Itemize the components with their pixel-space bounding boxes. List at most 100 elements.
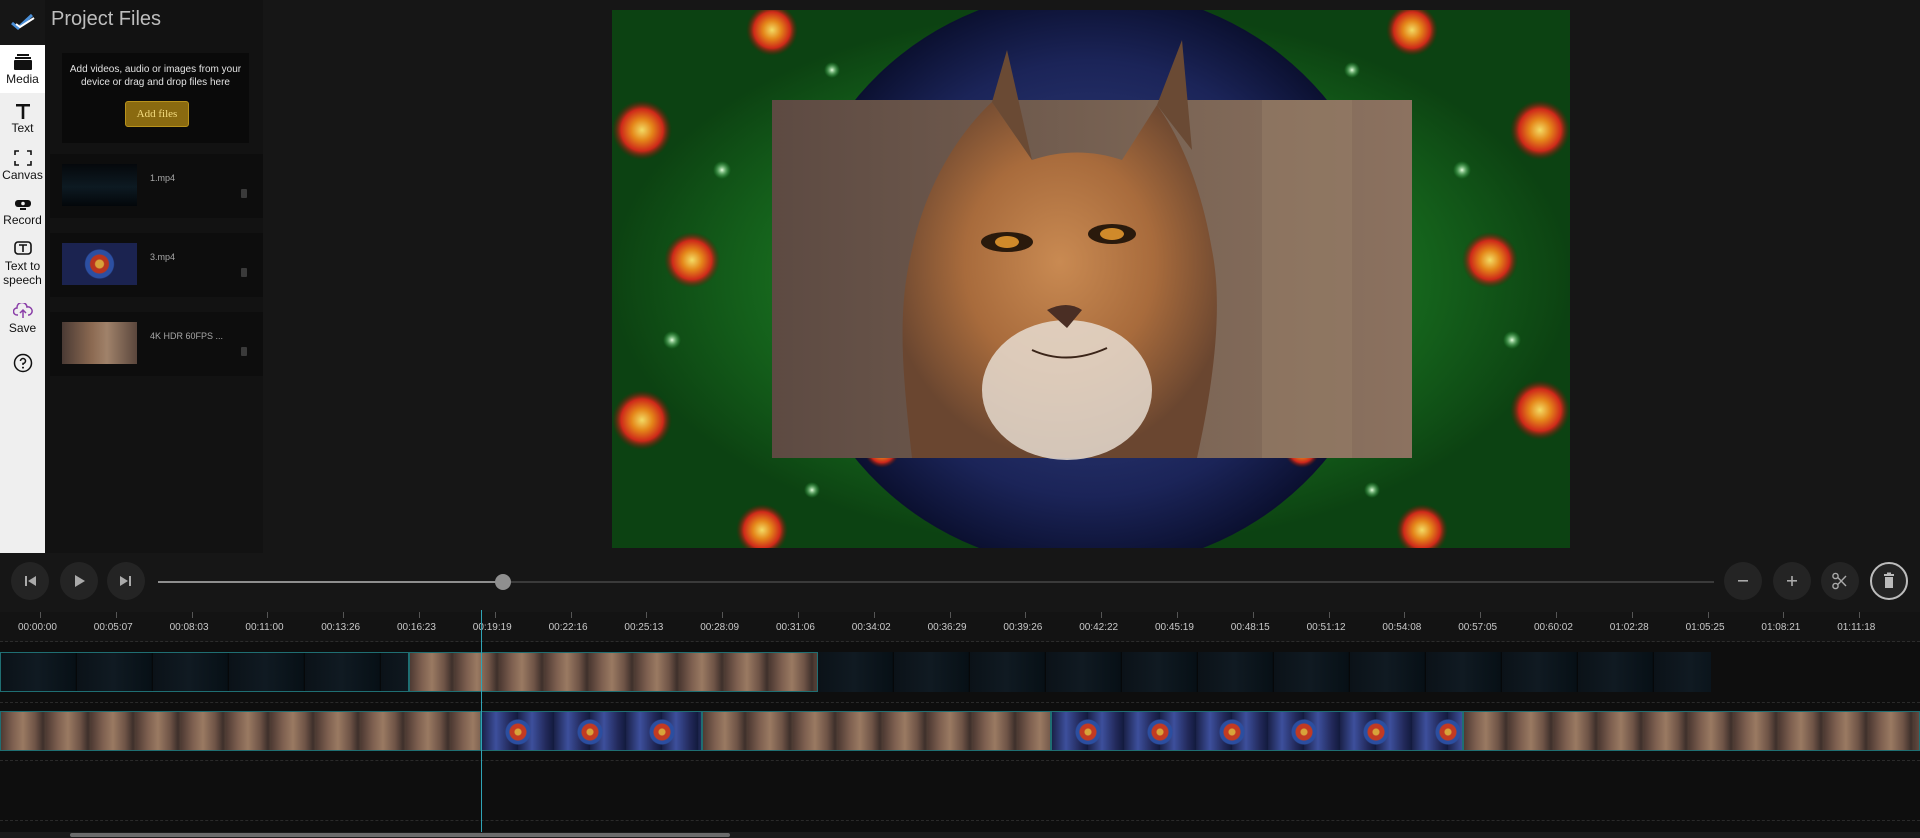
text-to-speech-icon	[13, 241, 32, 255]
timeline-clip[interactable]	[818, 652, 1711, 692]
timeline-tick-mark	[722, 612, 724, 618]
media-item[interactable]: 1.mp4	[50, 154, 263, 218]
tool-list: Media Text Canvas Record Text to speech	[0, 45, 45, 553]
timeline-tick-mark	[1480, 612, 1482, 618]
media-thumbnail	[62, 243, 137, 285]
timeline-tick-mark	[1783, 612, 1785, 618]
tool-record-label: Record	[3, 213, 42, 227]
media-thumbnail	[62, 322, 137, 364]
tool-rail: Media Text Canvas Record Text to speech	[0, 0, 45, 553]
timeline-tick-label: 00:22:16	[548, 622, 588, 633]
tool-text-to-speech[interactable]: Text to speech	[0, 241, 45, 293]
timeline-tick-mark	[1177, 612, 1178, 618]
preview-frame	[612, 10, 1570, 548]
media-item[interactable]: 4K HDR 60FPS ...	[50, 312, 263, 376]
tool-text[interactable]: Text	[0, 103, 45, 143]
media-item-name: 4K HDR 60FPS ...	[150, 331, 224, 341]
text-t-icon	[15, 104, 30, 119]
timeline-tick-label: 00:13:26	[321, 622, 361, 633]
media-delete-icon[interactable]	[241, 189, 247, 198]
media-item-name: 1.mp4	[150, 173, 176, 183]
add-files-button[interactable]: Add files	[125, 101, 189, 127]
timeline-clip[interactable]	[0, 711, 481, 751]
timeline-tick-label: 00:57:05	[1458, 622, 1498, 633]
tool-media[interactable]: Media	[0, 45, 45, 93]
timeline-scrollbar[interactable]	[0, 832, 1920, 838]
timeline-tick-label: 00:08:03	[169, 622, 209, 633]
timeline-tick-mark	[115, 612, 117, 618]
media-item-name: 3.mp4	[150, 252, 176, 262]
timeline-tick-label: 01:05:25	[1685, 622, 1725, 633]
tool-tts-label: Text to speech	[3, 259, 42, 287]
timeline-clip[interactable]	[1463, 711, 1920, 751]
timeline-tick-label: 00:00:00	[18, 622, 57, 633]
timeline-clip[interactable]	[702, 711, 1051, 751]
timeline-tick-mark	[1101, 612, 1103, 618]
media-item[interactable]: 3.mp4	[50, 233, 263, 297]
delete-button[interactable]	[1870, 562, 1908, 600]
tool-text-label: Text	[11, 121, 34, 135]
timeline[interactable]: 00:00:00 00:05:07 00:08:03 00:11:00 00:13:26…	[0, 612, 1920, 838]
scissors-icon	[1832, 572, 1847, 590]
skip-back-button[interactable]	[11, 562, 49, 600]
skip-back-icon	[25, 576, 36, 586]
timeline-tick-mark	[191, 612, 193, 618]
tool-record[interactable]: Record	[0, 199, 45, 237]
timeline-tick-mark	[1404, 612, 1406, 618]
timeline-clip[interactable]	[481, 711, 702, 751]
video-preview	[612, 10, 1570, 548]
seek-handle[interactable]	[495, 574, 511, 590]
media-delete-icon[interactable]	[241, 268, 247, 277]
timeline-tick-label: 00:19:19	[472, 622, 512, 633]
timeline-clip[interactable]	[0, 652, 409, 692]
zoom-in-icon	[1787, 576, 1797, 586]
seek-progress	[158, 581, 503, 583]
upload-dropzone[interactable]: Add videos, audio or images from your de…	[62, 53, 249, 143]
record-webcam-icon	[14, 200, 31, 210]
lynx-overlay	[772, 40, 1412, 460]
media-delete-icon[interactable]	[241, 347, 247, 356]
canvas-frame-icon	[13, 150, 32, 166]
media-thumbnail	[62, 164, 137, 206]
timeline-clip[interactable]	[1051, 711, 1463, 751]
timeline-tick-mark	[1556, 612, 1557, 618]
zoom-in-button[interactable]	[1773, 562, 1811, 600]
play-button[interactable]	[60, 562, 98, 600]
timeline-tick-label: 00:16:23	[397, 622, 436, 633]
tool-canvas[interactable]: Canvas	[0, 150, 45, 192]
tool-help[interactable]	[0, 353, 45, 377]
timeline-tick-mark	[949, 612, 951, 618]
panel-title: Project Files	[51, 8, 162, 30]
timeline-tick-label: 00:54:08	[1382, 622, 1422, 633]
project-files-panel: Project Files Add videos, audio or image…	[45, 0, 263, 553]
zoom-out-icon	[1738, 580, 1748, 582]
track-divider	[0, 760, 1920, 761]
track-divider	[0, 702, 1920, 703]
timeline-tick-label: 01:08:21	[1761, 622, 1801, 633]
timeline-tick-label: 00:36:29	[927, 622, 967, 633]
zoom-out-button[interactable]	[1724, 562, 1762, 600]
timeline-tick-mark	[1252, 612, 1254, 618]
timeline-tick-mark	[646, 612, 648, 618]
timeline-tick-mark	[1328, 612, 1330, 618]
skip-forward-button[interactable]	[107, 562, 145, 600]
app-logo-icon	[11, 13, 35, 30]
timeline-tick-mark	[873, 612, 875, 618]
timeline-tick-label: 00:39:26	[1003, 622, 1043, 633]
timeline-ruler[interactable]: 00:00:00 00:05:07 00:08:03 00:11:00 00:13:26…	[0, 612, 1920, 642]
trash-icon	[1884, 572, 1894, 588]
tool-save[interactable]: Save	[0, 303, 45, 339]
playhead[interactable]	[481, 610, 482, 838]
seek-bar[interactable]	[158, 574, 1714, 590]
timeline-tick-label: 01:11:18	[1837, 622, 1876, 633]
timeline-tick-label: 00:45:19	[1155, 622, 1194, 633]
timeline-tick-label: 00:60:02	[1534, 622, 1573, 633]
timeline-tick-mark	[267, 612, 269, 618]
timeline-tick-label: 00:28:09	[700, 622, 740, 633]
tool-media-label: Media	[6, 72, 39, 86]
timeline-clip[interactable]	[409, 652, 818, 692]
skip-forward-icon	[120, 576, 131, 586]
timeline-tick-mark	[419, 612, 420, 618]
split-button[interactable]	[1821, 562, 1859, 600]
timeline-scroll-thumb[interactable]	[70, 833, 730, 837]
